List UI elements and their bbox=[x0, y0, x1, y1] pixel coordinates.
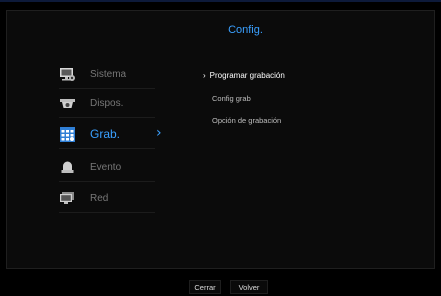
sidebar-item-grab[interactable]: Grab. bbox=[59, 120, 155, 149]
event-alarm-icon bbox=[59, 159, 76, 176]
sidebar-item-label: Grab. bbox=[90, 127, 121, 141]
submenu-item-opcion-de-grabacion[interactable]: Opción de grabación bbox=[212, 116, 281, 125]
sidebar-item-label: Red bbox=[90, 192, 109, 204]
config-screen: Config. Sistema Dispos. Grab. › Evento R… bbox=[0, 0, 441, 296]
sidebar-item-label: Sistema bbox=[90, 68, 127, 80]
sidebar-item-dispos[interactable]: Dispos. bbox=[59, 89, 155, 118]
sidebar-item-sistema[interactable]: Sistema bbox=[59, 60, 155, 89]
recording-grid-icon bbox=[59, 126, 76, 143]
camera-device-icon bbox=[59, 95, 76, 112]
submenu-item-label: Opción de grabación bbox=[212, 116, 282, 125]
chevron-right-icon: › bbox=[156, 125, 162, 141]
sidebar-item-label: Evento bbox=[90, 161, 122, 173]
back-button[interactable]: Volver bbox=[230, 280, 268, 294]
system-settings-icon bbox=[59, 66, 76, 83]
submenu-item-programar-grabacion[interactable]: › Programar grabación bbox=[203, 71, 285, 80]
sidebar-item-evento[interactable]: Evento bbox=[59, 153, 155, 182]
page-title: Config. bbox=[228, 24, 263, 36]
chevron-right-icon: › bbox=[203, 71, 206, 80]
sidebar-item-red[interactable]: Red bbox=[59, 184, 155, 213]
submenu-item-config-grab[interactable]: Config grab bbox=[212, 94, 251, 103]
close-button[interactable]: Cerrar bbox=[189, 280, 221, 294]
submenu-item-label: Config grab bbox=[212, 94, 251, 103]
submenu-item-label: Programar grabación bbox=[209, 71, 285, 80]
top-status-bar bbox=[0, 0, 441, 2]
sidebar-item-label: Dispos. bbox=[90, 97, 124, 109]
network-monitor-icon bbox=[59, 190, 76, 207]
